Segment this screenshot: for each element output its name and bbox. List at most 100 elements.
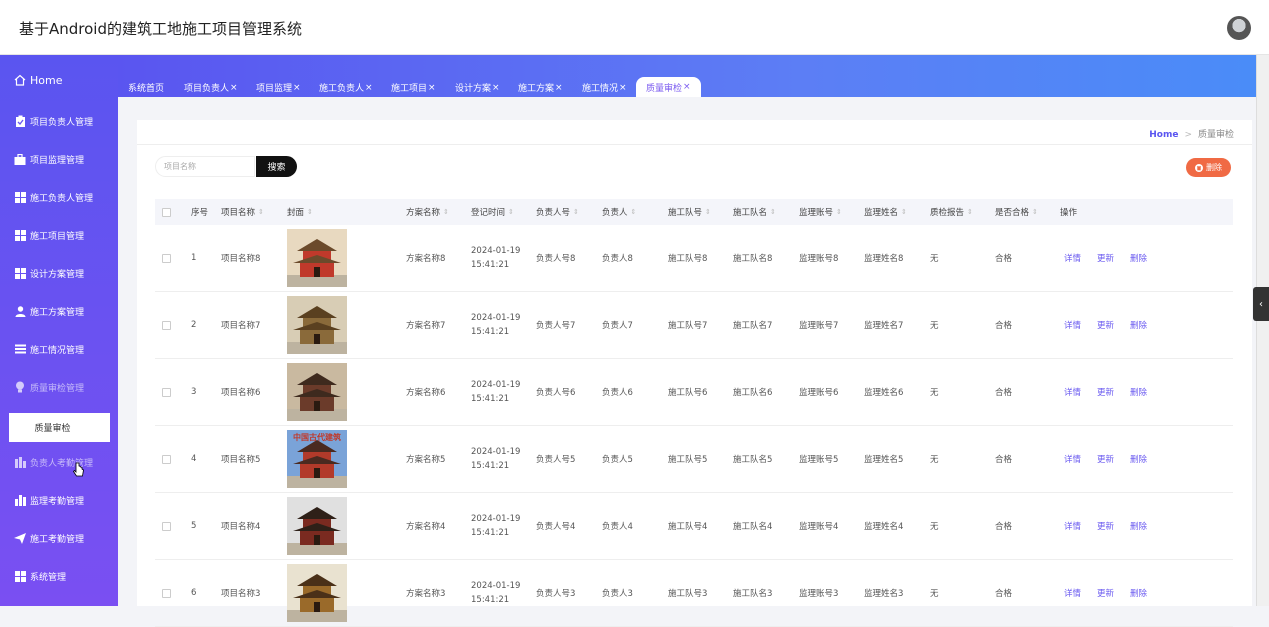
update-link[interactable]: 更新 <box>1097 225 1114 291</box>
tab-quality-inspection[interactable]: 质量审检 × <box>636 77 701 97</box>
cell-plan: 方案名称7 <box>406 321 446 331</box>
cell-sup-acc: 监理账号7 <box>799 321 839 331</box>
detail-link[interactable]: 详情 <box>1064 560 1081 626</box>
row-checkbox[interactable] <box>162 454 171 464</box>
column-header[interactable]: 监理账号 ⇕ <box>799 199 842 225</box>
tab-construction-owner[interactable]: 施工负责人 × <box>319 78 373 97</box>
column-header[interactable]: 方案名称 ⇕ <box>406 199 449 225</box>
cell-project: 项目名称5 <box>221 455 261 465</box>
scrollbar[interactable] <box>1256 55 1269 606</box>
detail-link[interactable]: 详情 <box>1064 225 1081 291</box>
column-header[interactable]: 施工队名 ⇕ <box>733 199 776 225</box>
search-input[interactable]: 项目名称 <box>155 156 255 177</box>
submenu-item-quality-inspection[interactable]: 质量审检 <box>9 413 110 442</box>
sidebar-item-quality-inspection[interactable]: 质量审检管理 <box>14 376 84 398</box>
column-header[interactable]: 项目名称 ⇕ <box>221 199 264 225</box>
cell-sup-name: 监理姓名3 <box>864 589 904 599</box>
column-header: 操作 <box>1060 208 1078 218</box>
column-header[interactable]: 登记时间 ⇕ <box>471 199 514 225</box>
sidebar-item-supervisor[interactable]: 项目监理管理 <box>14 148 84 170</box>
app-title: 基于Android的建筑工地施工项目管理系统 <box>19 20 302 38</box>
grid-icon <box>14 229 26 241</box>
column-header[interactable]: 质检报告 ⇕ <box>930 199 973 225</box>
row-checkbox[interactable] <box>162 521 171 531</box>
cell-team: 施工队名7 <box>733 321 773 331</box>
cell-owner-no: 负责人号7 <box>536 321 576 331</box>
delete-link[interactable]: 删除 <box>1130 225 1147 291</box>
batch-delete-button[interactable]: 删除 <box>1186 158 1231 177</box>
row-checkbox[interactable] <box>162 253 171 263</box>
avatar[interactable] <box>1227 16 1251 40</box>
sidebar-item-construction-project[interactable]: 施工项目管理 <box>14 224 84 246</box>
detail-link[interactable]: 详情 <box>1064 359 1081 425</box>
sidebar-item-home[interactable]: Home <box>14 69 62 91</box>
tab-construction-project[interactable]: 施工项目 × <box>391 78 436 97</box>
sidebar-item-project-owner[interactable]: 项目负责人管理 <box>14 110 93 132</box>
tab-construction-plan[interactable]: 施工方案 × <box>518 78 563 97</box>
table-row: 1 项目名称8 方案名称8 负责人号8 负责人8 施工队号8 施工队名8 监理账号8 监理姓名8… <box>155 225 1233 292</box>
update-link[interactable]: 更新 <box>1097 359 1114 425</box>
tab-construction-status[interactable]: 施工情况 × <box>582 78 627 97</box>
detail-link[interactable]: 详情 <box>1064 292 1081 358</box>
column-header[interactable]: 负责人号 ⇕ <box>536 199 579 225</box>
delete-link[interactable]: 删除 <box>1130 560 1147 626</box>
update-link[interactable]: 更新 <box>1097 292 1114 358</box>
sidebar-item-supervisor-attendance[interactable]: 监理考勤管理 <box>14 489 84 511</box>
delete-link[interactable]: 删除 <box>1130 493 1147 559</box>
sidebar-item-system[interactable]: 系统管理 <box>14 565 66 587</box>
user-icon <box>14 305 26 317</box>
close-icon[interactable]: × <box>619 83 627 93</box>
row-checkbox[interactable] <box>162 387 171 397</box>
row-checkbox[interactable] <box>162 588 171 598</box>
close-icon[interactable]: × <box>230 83 238 93</box>
tab-home[interactable]: 系统首页 <box>128 78 164 97</box>
update-link[interactable]: 更新 <box>1097 493 1114 559</box>
column-header[interactable]: 施工队号 ⇕ <box>668 199 711 225</box>
detail-link[interactable]: 详情 <box>1064 426 1081 492</box>
tab-project-owner[interactable]: 项目负责人 × <box>184 78 238 97</box>
breadcrumb-home[interactable]: Home <box>1149 130 1178 140</box>
column-header[interactable]: 监理姓名 ⇕ <box>864 199 907 225</box>
chevron-left-icon[interactable]: ‹ <box>1253 287 1269 321</box>
divider <box>137 144 1252 145</box>
sidebar-item-label: 施工方案管理 <box>30 307 85 318</box>
cell-register-time: 2024-01-19 15:41:21 <box>471 560 520 626</box>
cell-report: 无 <box>930 321 939 331</box>
detail-link[interactable]: 详情 <box>1064 493 1081 559</box>
tab-design-plan[interactable]: 设计方案 × <box>455 78 500 97</box>
close-icon[interactable]: × <box>428 83 436 93</box>
delete-link[interactable]: 删除 <box>1130 426 1147 492</box>
close-icon[interactable]: × <box>293 83 301 93</box>
column-header: 序号 <box>191 208 209 218</box>
breadcrumb-separator: > <box>1184 130 1192 140</box>
update-link[interactable]: 更新 <box>1097 560 1114 626</box>
cell-register-time: 2024-01-19 15:41:21 <box>471 225 520 291</box>
sidebar-item-construction-owner[interactable]: 施工负责人管理 <box>14 186 93 208</box>
breadcrumb-current: 质量审检 <box>1197 130 1234 140</box>
sidebar-item-construction-attendance[interactable]: 施工考勤管理 <box>14 527 84 549</box>
delete-link[interactable]: 删除 <box>1130 359 1147 425</box>
close-icon[interactable]: × <box>683 82 691 92</box>
sort-icon: ⇕ <box>443 208 449 216</box>
cell-team-no: 施工队号7 <box>668 321 708 331</box>
grid-icon <box>14 191 26 203</box>
select-all-checkbox[interactable] <box>162 207 171 217</box>
column-header[interactable]: 是否合格 ⇕ <box>995 199 1038 225</box>
tab-supervisor[interactable]: 项目监理 × <box>256 78 301 97</box>
sort-icon: ⇕ <box>770 208 776 216</box>
close-icon[interactable]: × <box>365 83 373 93</box>
row-checkbox[interactable] <box>162 320 171 330</box>
delete-link[interactable]: 删除 <box>1130 292 1147 358</box>
close-icon[interactable]: × <box>555 83 563 93</box>
cell-sup-acc: 监理账号3 <box>799 589 839 599</box>
cover-image <box>287 497 347 555</box>
sidebar-item-construction-plan[interactable]: 施工方案管理 <box>14 300 84 322</box>
column-header[interactable]: 负责人 ⇕ <box>602 199 636 225</box>
column-header[interactable]: 封面 ⇕ <box>287 199 313 225</box>
close-icon[interactable]: × <box>492 83 500 93</box>
sidebar-item-construction-status[interactable]: 施工情况管理 <box>14 338 84 360</box>
sidebar-item-design-plan[interactable]: 设计方案管理 <box>14 262 84 284</box>
search-button[interactable]: 搜索 <box>256 156 297 177</box>
cell-plan: 方案名称6 <box>406 388 446 398</box>
update-link[interactable]: 更新 <box>1097 426 1114 492</box>
